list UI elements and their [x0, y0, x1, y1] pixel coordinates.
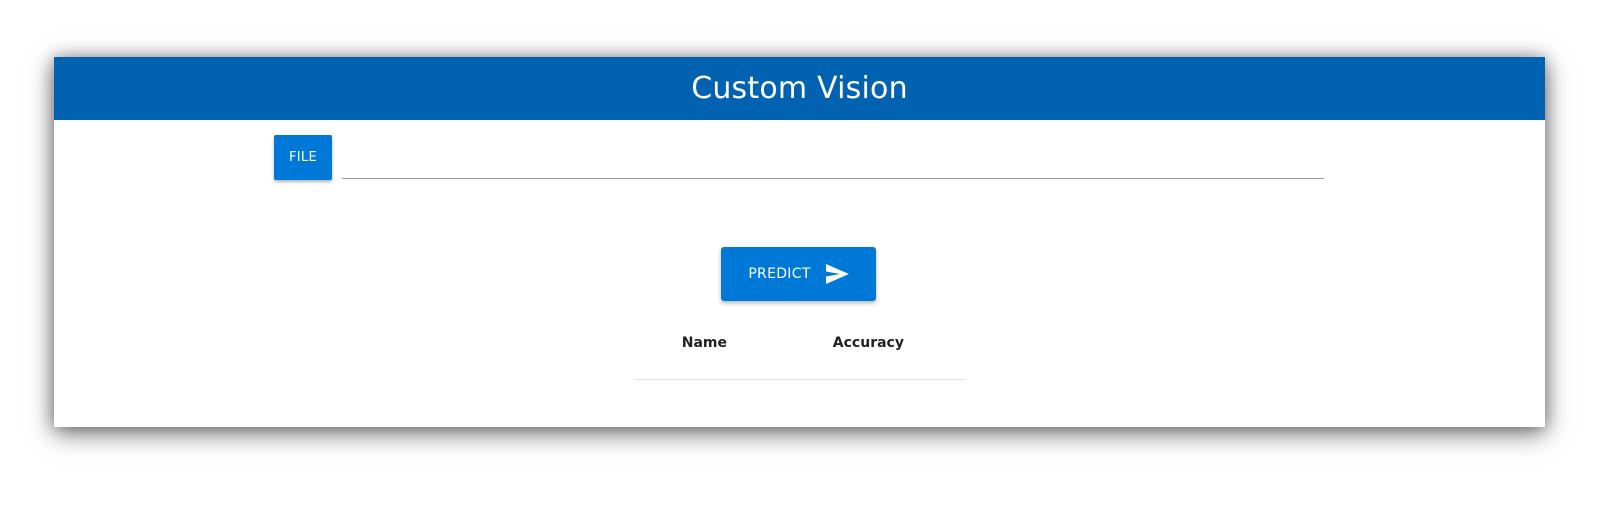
- table-header-row: Name Accuracy: [636, 319, 964, 380]
- page-title: Custom Vision: [691, 71, 908, 106]
- app-card: Custom Vision FILE PREDICT Name Accuracy: [54, 57, 1545, 427]
- column-header-name: Name: [636, 319, 773, 380]
- app-header: Custom Vision: [54, 57, 1545, 120]
- results-table: Name Accuracy: [636, 319, 964, 380]
- file-picker: FILE: [274, 135, 1324, 181]
- predict-button[interactable]: PREDICT: [721, 247, 876, 301]
- file-button[interactable]: FILE: [274, 135, 332, 180]
- send-icon: [825, 264, 849, 284]
- column-header-accuracy: Accuracy: [772, 319, 964, 380]
- predict-button-label: PREDICT: [748, 266, 811, 282]
- file-path-input[interactable]: [342, 139, 1324, 179]
